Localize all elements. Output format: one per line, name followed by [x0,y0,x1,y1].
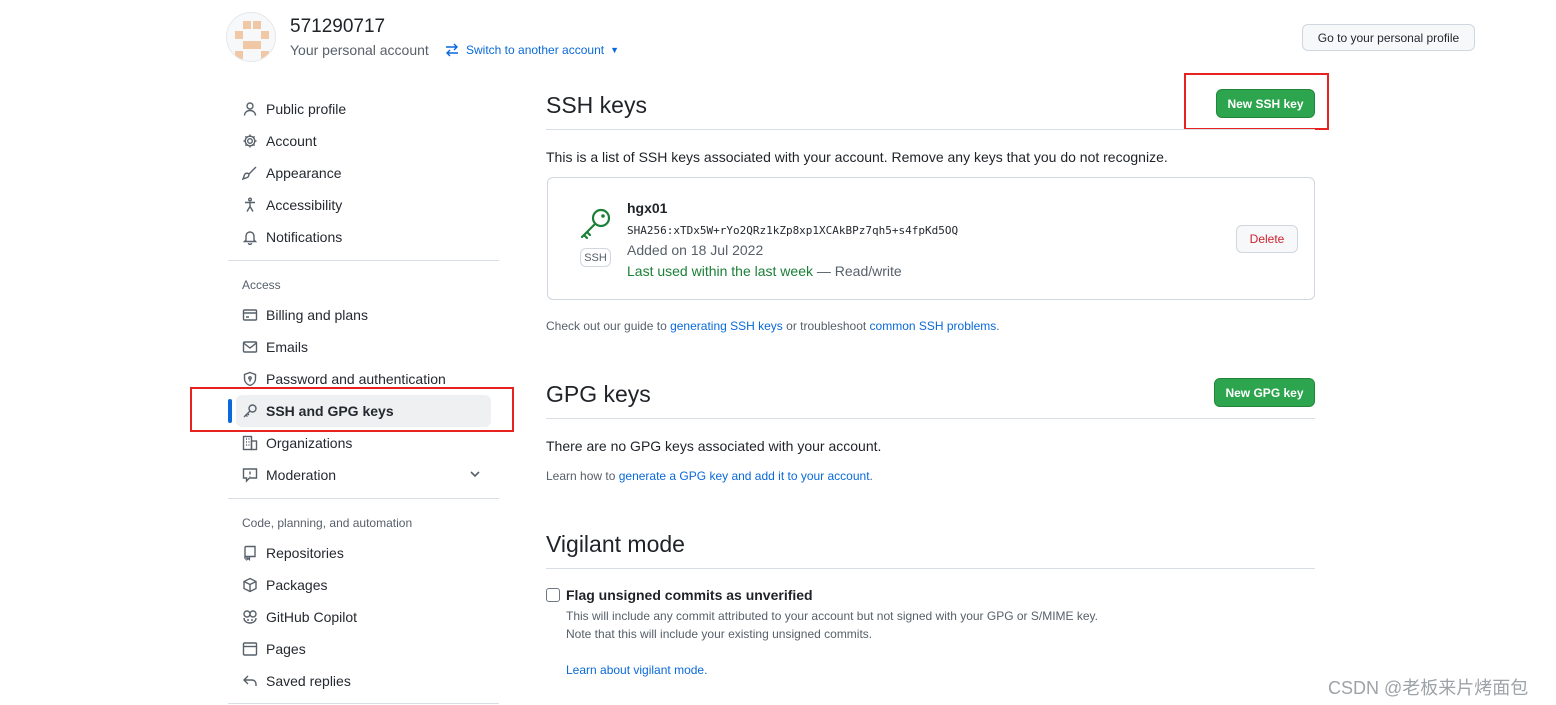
sidebar-item-label: Packages [266,577,328,593]
mail-icon [242,341,258,353]
gpg-learn-prefix: Learn how to [546,469,619,483]
sidebar-item-label: Password and authentication [266,371,446,387]
sidebar-item-label: Accessibility [266,197,343,213]
sidebar-divider [228,703,499,704]
sidebar-item-label: Pages [266,641,306,657]
section-divider [546,418,1315,419]
ssh-key-name: hgx01 [627,200,668,216]
sidebar-item-accessibility[interactable]: Accessibility [242,193,342,217]
sidebar-item-saved-replies[interactable]: Saved replies [242,669,351,693]
sidebar-item-label: Notifications [266,229,343,245]
annotation-highlight-sidebar [190,387,514,432]
sidebar-item-label: Emails [266,339,309,355]
sidebar-divider [228,260,499,261]
sidebar-item-emails[interactable]: Emails [242,335,308,359]
sidebar-item-pages[interactable]: Pages [242,637,306,661]
new-gpg-key-button[interactable]: New GPG key [1214,378,1315,407]
watermark: CSDN @老板来片烤面包 [1328,678,1529,698]
generating-ssh-keys-link[interactable]: generating SSH keys [670,319,783,333]
generate-gpg-key-link[interactable]: generate a GPG key and add it to your ac… [619,469,870,483]
person-icon [243,102,257,116]
vigilant-mode-heading: Vigilant mode [546,531,685,557]
sidebar-item-packages[interactable]: Packages [242,573,327,597]
sidebar-item-account[interactable]: Account [242,129,317,153]
sidebar-item-copilot[interactable]: GitHub Copilot [242,605,357,629]
ssh-guide-middle: or troubleshoot [782,319,870,333]
ssh-guide-suffix: . [996,319,1000,333]
sidebar-item-label: Appearance [266,165,342,181]
ssh-description: This is a list of SSH keys associated wi… [546,149,1168,165]
sidebar-item-label: Public profile [266,101,347,117]
browser-icon [242,642,258,656]
organization-icon [242,435,258,451]
gpg-learn-suffix: . [869,469,873,483]
section-divider [546,568,1315,569]
ssh-key-card [547,177,1315,300]
sidebar-item-public-profile[interactable]: Public profile [242,97,346,121]
ssh-keys-heading: SSH keys [546,92,647,118]
sidebar-item-moderation[interactable]: Moderation [242,463,336,487]
sidebar-item-label: Repositories [266,545,344,561]
sidebar-item-repositories[interactable]: Repositories [242,541,344,565]
gpg-learn-text: Learn how to generate a GPG key and add … [546,469,873,483]
delete-ssh-key-button[interactable]: Delete [1236,225,1298,253]
report-icon [242,468,258,483]
ssh-key-fingerprint: SHA256:xTDx5W+rYo2QRz1kZp8xp1XCAkBPz7qh5… [627,224,959,237]
sidebar-item-billing[interactable]: Billing and plans [242,303,368,327]
sidebar-item-notifications[interactable]: Notifications [242,225,342,249]
sidebar-heading-code: Code, planning, and automation [242,516,413,530]
ssh-key-usage: Last used within the last week — Read/wr… [627,263,902,279]
gpg-empty-message: There are no GPG keys associated with yo… [546,438,882,454]
sidebar-item-label: Moderation [266,467,337,483]
sidebar-item-appearance[interactable]: Appearance [242,161,342,185]
ssh-type-badge: SSH [580,248,611,267]
reply-icon [243,675,257,686]
vigilant-note-2: Note that this will include your existin… [566,627,873,641]
avatar[interactable] [226,12,276,62]
vigilant-mode-checkbox[interactable] [546,588,560,602]
account-type-label: Your personal account [290,42,429,58]
bell-icon [242,231,258,245]
sidebar-item-label: GitHub Copilot [266,609,358,625]
gear-icon [243,134,257,148]
common-ssh-problems-link[interactable]: common SSH problems [870,319,997,333]
shield-lock-icon [243,371,257,387]
sidebar-item-organizations[interactable]: Organizations [242,431,352,455]
copilot-icon [243,610,257,624]
gpg-keys-heading: GPG keys [546,381,651,407]
ssh-key-access: — Read/write [813,263,902,279]
switch-account-label: Switch to another account [466,43,605,57]
ssh-key-last-used: Last used within the last week [627,263,813,279]
credit-card-icon [242,309,258,321]
accessibility-icon [245,197,255,212]
vigilant-mode-label[interactable]: Flag unsigned commits as unverified [566,587,813,603]
repo-icon [244,545,256,561]
package-icon [243,577,257,593]
vigilant-note-1: This will include any commit attributed … [566,609,1099,623]
username: 571290717 [290,16,386,37]
sidebar-item-label: Organizations [266,435,353,451]
ssh-key-added-date: Added on 18 Jul 2022 [627,242,764,258]
caret-down-icon: ▼ [610,45,620,55]
learn-vigilant-mode-link[interactable]: Learn about vigilant mode. [566,663,707,677]
switch-account-link[interactable]: Switch to another account ▼ [444,42,619,58]
go-to-profile-button[interactable]: Go to your personal profile [1302,24,1475,51]
sidebar-heading-access: Access [242,278,281,292]
sidebar-divider [228,498,499,499]
arrow-switch-icon [446,43,458,57]
ssh-guide-text: Check out our guide to generating SSH ke… [546,319,1000,333]
ssh-guide-prefix: Check out our guide to [546,319,671,333]
section-divider [546,129,1315,130]
new-ssh-key-button[interactable]: New SSH key [1216,89,1315,118]
sidebar-item-label: Account [266,133,317,149]
key-icon [580,208,611,240]
paintbrush-icon [242,166,257,181]
sidebar-item-label: Saved replies [266,673,351,689]
chevron-down-icon[interactable] [468,467,482,481]
sidebar-item-label: Billing and plans [266,307,368,323]
